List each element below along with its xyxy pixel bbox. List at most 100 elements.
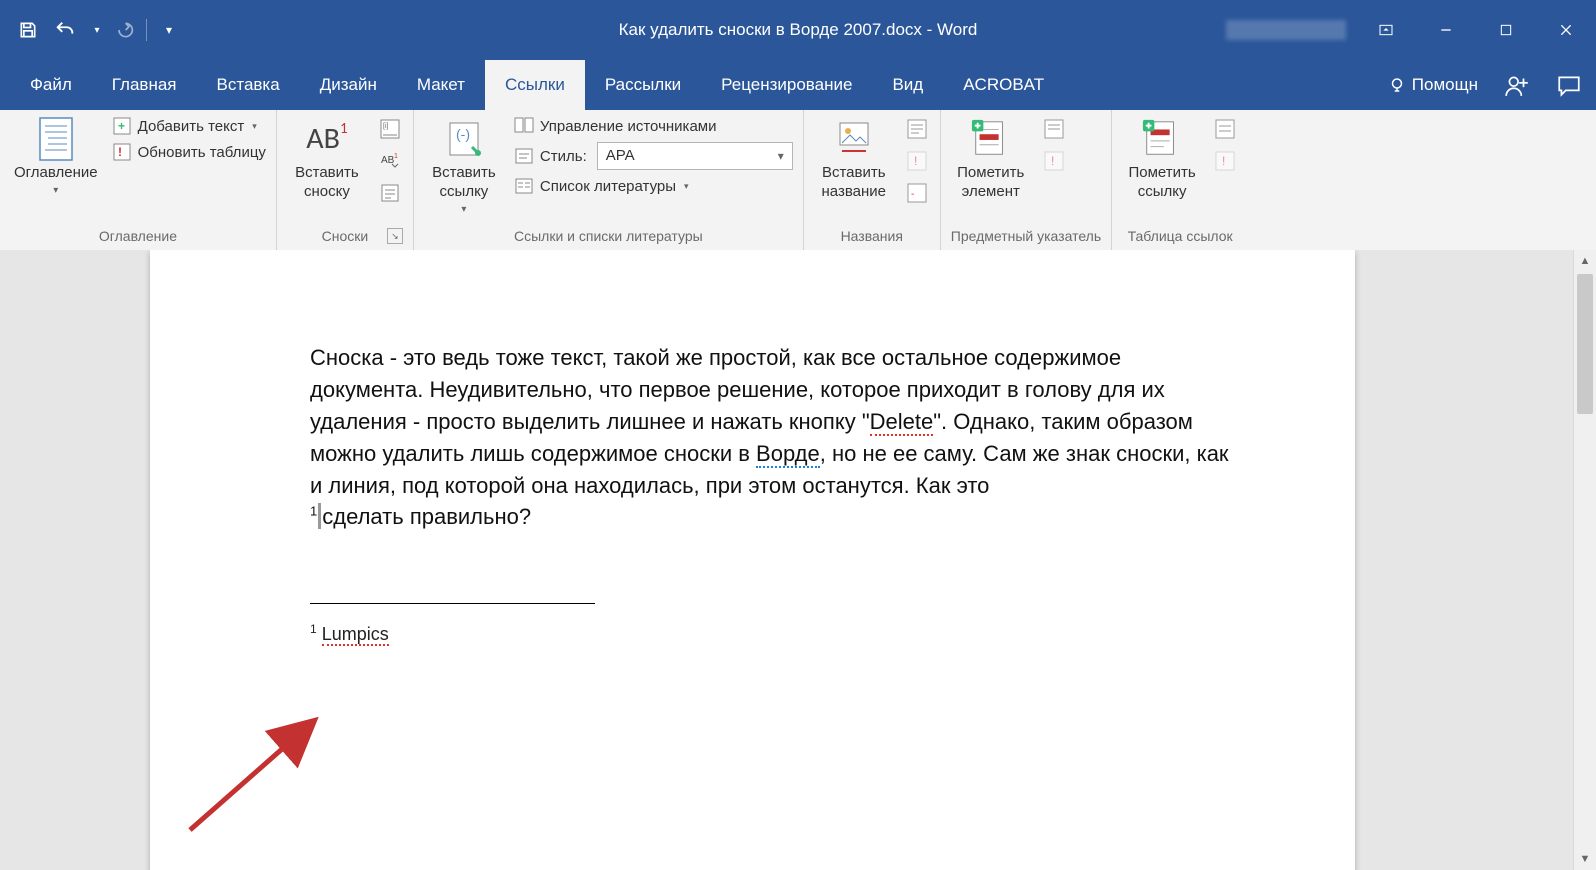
group-captions-label: Названия [814, 226, 930, 248]
undo-icon[interactable] [50, 20, 80, 40]
footnote-text[interactable]: 1 Lumpics [310, 622, 1235, 645]
bibliography-button[interactable]: Список литературы▾ [514, 176, 793, 196]
update-table-of-figures-button[interactable]: ! [904, 148, 930, 174]
update-toc-label: Обновить таблицу [138, 144, 266, 161]
next-footnote-button[interactable]: AB1 [377, 148, 403, 174]
scroll-thumb[interactable] [1577, 274, 1593, 414]
insert-footnote-icon: AB1 [306, 118, 348, 160]
mark-citation-button[interactable]: Пометить ссылку [1122, 116, 1202, 204]
para-text-4: сделать правильно? [322, 504, 531, 529]
footnote-content: Lumpics [322, 624, 389, 646]
insert-caption-label: Вставить название [822, 164, 886, 202]
group-citations-label: Ссылки и списки литературы [424, 226, 793, 248]
delete-word: Delete [870, 409, 934, 436]
group-index-label: Предметный указатель [951, 226, 1101, 248]
tab-references[interactable]: Ссылки [485, 60, 585, 110]
add-text-label: Добавить текст [138, 118, 245, 135]
style-value[interactable]: APA [597, 142, 793, 170]
save-icon[interactable] [18, 20, 38, 40]
tab-design[interactable]: Дизайн [300, 60, 397, 110]
group-toa: Пометить ссылку ! Таблица ссылок [1112, 110, 1248, 250]
citation-style-select[interactable]: Стиль: APA [514, 142, 793, 170]
svg-text:1: 1 [394, 153, 398, 160]
undo-dropdown-icon[interactable]: ▾ [92, 20, 102, 40]
insert-citation-label: Вставить ссылку [432, 164, 496, 202]
group-footnotes-label: Сноски↘ [287, 226, 403, 248]
svg-text:[i]: [i] [383, 123, 389, 130]
vorde-word: Ворде [756, 441, 820, 468]
close-button[interactable] [1536, 0, 1596, 60]
insert-footnote-button[interactable]: AB1 Вставить сноску [287, 116, 367, 204]
tab-acrobat[interactable]: ACROBAT [943, 60, 1064, 110]
style-icon [514, 146, 534, 166]
footnote-number: 1 [310, 622, 317, 636]
page-1[interactable]: Сноска - это ведь тоже текст, такой же п… [150, 250, 1355, 870]
mark-index-entry-button[interactable]: Пометить элемент [951, 116, 1031, 204]
insert-index-button[interactable] [1041, 116, 1067, 142]
insert-caption-icon [833, 118, 875, 160]
tab-file[interactable]: Файл [10, 60, 92, 110]
insert-caption-button[interactable]: Вставить название [814, 116, 894, 204]
customize-qat-icon[interactable]: ▾ [159, 20, 179, 40]
tab-home[interactable]: Главная [92, 60, 197, 110]
toc-icon [35, 118, 77, 160]
style-label: Стиль: [540, 148, 587, 165]
svg-text:(-): (-) [456, 126, 470, 142]
vertical-scrollbar[interactable]: ▲ ▼ [1573, 250, 1596, 870]
footnote-separator [310, 603, 595, 604]
group-citations: (-) Вставить ссылку ▾ Управление источни… [414, 110, 804, 250]
tab-layout[interactable]: Макет [397, 60, 485, 110]
add-text-button[interactable]: + Добавить текст▾ [112, 116, 266, 136]
ribbon-display-options-icon[interactable] [1356, 0, 1416, 60]
title-bar: ▾ ▾ Как удалить сноски в Ворде 2007.docx… [0, 0, 1596, 60]
maximize-button[interactable] [1476, 0, 1536, 60]
update-toc-icon: ! [112, 142, 132, 162]
share-icon[interactable] [1504, 72, 1530, 98]
tab-view[interactable]: Вид [872, 60, 943, 110]
insert-citation-icon: (-) [443, 118, 485, 160]
insert-footnote-label: Вставить сноску [295, 164, 359, 202]
toc-button[interactable]: Оглавление ▾ [10, 116, 102, 199]
insert-toa-button[interactable] [1212, 116, 1238, 142]
insert-endnote-button[interactable]: [i] [377, 116, 403, 142]
quick-access-toolbar: ▾ ▾ [0, 19, 197, 41]
insert-citation-button[interactable]: (-) Вставить ссылку ▾ [424, 116, 504, 218]
comments-icon[interactable] [1556, 72, 1582, 98]
body-paragraph[interactable]: Сноска - это ведь тоже текст, такой же п… [310, 342, 1235, 533]
text-cursor [318, 503, 321, 529]
update-index-button[interactable]: ! [1041, 148, 1067, 174]
tab-mailings[interactable]: Рассылки [585, 60, 701, 110]
ribbon-tabs: Файл Главная Вставка Дизайн Макет Ссылки… [0, 60, 1596, 110]
group-captions: Вставить название ! - Названия [804, 110, 941, 250]
show-notes-button[interactable] [377, 180, 403, 206]
manage-sources-button[interactable]: Управление источниками [514, 116, 793, 136]
mark-citation-icon [1141, 118, 1183, 160]
scroll-down-icon[interactable]: ▼ [1574, 848, 1596, 870]
account-area[interactable] [1226, 20, 1346, 40]
cross-reference-button[interactable]: - [904, 180, 930, 206]
minimize-button[interactable] [1416, 0, 1476, 60]
tell-me[interactable]: Помощн [1388, 75, 1478, 95]
scroll-up-icon[interactable]: ▲ [1574, 250, 1596, 272]
mark-citation-label: Пометить ссылку [1129, 164, 1196, 202]
tab-insert[interactable]: Вставка [197, 60, 300, 110]
update-toa-button[interactable]: ! [1212, 148, 1238, 174]
group-toa-label: Таблица ссылок [1122, 226, 1238, 248]
bibliography-label: Список литературы [540, 178, 676, 195]
document-area[interactable]: Сноска - это ведь тоже текст, такой же п… [0, 250, 1596, 870]
tab-review[interactable]: Рецензирование [701, 60, 872, 110]
manage-sources-label: Управление источниками [540, 118, 717, 135]
tell-me-label: Помощн [1412, 75, 1478, 95]
group-footnotes: AB1 Вставить сноску [i] AB1 Сноски↘ [277, 110, 414, 250]
svg-text:!: ! [914, 154, 917, 168]
redo-icon[interactable] [114, 20, 134, 40]
group-toc: Оглавление ▾ + Добавить текст▾ ! Об [0, 110, 277, 250]
footnote-reference[interactable]: 1 [310, 504, 317, 519]
update-toc-button[interactable]: ! Обновить таблицу [112, 142, 266, 162]
footnotes-dialog-launcher[interactable]: ↘ [387, 228, 403, 244]
mark-index-label: Пометить элемент [957, 164, 1024, 202]
insert-table-of-figures-button[interactable] [904, 116, 930, 142]
add-text-icon: + [112, 116, 132, 136]
ribbon: Оглавление ▾ + Добавить текст▾ ! Об [0, 110, 1596, 251]
svg-text:!: ! [118, 145, 122, 159]
